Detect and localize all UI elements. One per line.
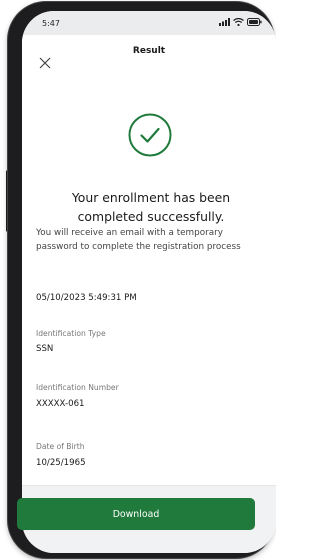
phone-frame: 5:47 Result Your enrollment has been com…: [8, 2, 276, 558]
enrollment-timestamp: 05/10/2023 5:49:31 PM: [36, 293, 137, 303]
page-header: [22, 35, 276, 83]
date-of-birth-label: Date of Birth: [36, 442, 85, 451]
identification-type-label: Identification Type: [36, 329, 106, 338]
download-button[interactable]: Download: [17, 498, 255, 530]
date-of-birth-value: 10/25/1965: [36, 458, 86, 468]
signal-icon: [219, 18, 230, 26]
identification-number-label: Identification Number: [36, 383, 119, 392]
status-icons: [219, 18, 262, 26]
phone-screen: 5:47 Result Your enrollment has been com…: [22, 11, 276, 553]
identification-type-value: SSN: [36, 344, 54, 354]
battery-icon: [247, 18, 262, 26]
identification-number-value: XXXXX-061: [36, 399, 85, 409]
close-icon: [39, 57, 51, 69]
page-title: Result: [132, 46, 166, 56]
screenshot-canvas: 5:47 Result Your enrollment has been com…: [0, 0, 276, 560]
headline-line-2: completed successfully.: [77, 209, 225, 224]
email-message: You will receive an email with a tempora…: [36, 228, 241, 252]
headline-line-1: Your enrollment has been: [71, 190, 231, 205]
close-button[interactable]: [38, 55, 52, 69]
status-time: 5:47: [42, 19, 60, 28]
success-headline: Your enrollment has been completed succe…: [58, 188, 244, 226]
wifi-icon: [233, 18, 244, 26]
check-circle-icon: [128, 113, 172, 157]
status-bar: 5:47: [22, 11, 276, 35]
